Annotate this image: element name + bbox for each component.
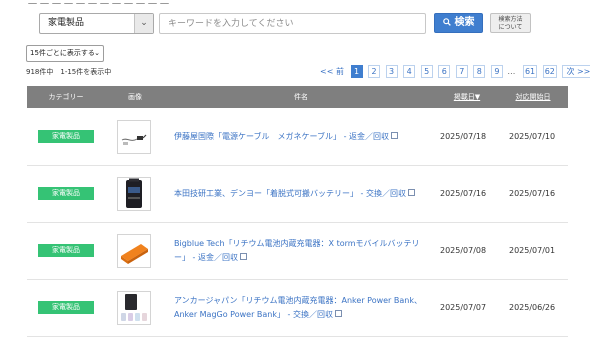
category-badge: 家電製品 <box>38 301 94 314</box>
posted-date: 2025/07/16 <box>440 189 487 198</box>
page-link[interactable]: 61 <box>522 65 538 78</box>
category-select[interactable]: 家電製品 ⌄ <box>39 13 154 34</box>
search-icon <box>442 14 451 32</box>
cut-off-header-text <box>28 0 188 4</box>
pagination: << 前 1 2 3 4 5 6 7 8 9 … 61 62 次 >> <box>320 65 590 78</box>
start-date: 2025/07/01 <box>509 246 556 255</box>
page-link[interactable]: 2 <box>368 65 381 78</box>
category-badge: 家電製品 <box>38 244 94 257</box>
cable-product-image[interactable] <box>117 120 151 154</box>
recall-title: Bigblue Tech「リチウム電池内蔵充電器：X tormモバイルバッテリー… <box>174 239 420 262</box>
external-link-icon <box>391 132 399 139</box>
recall-title-link[interactable]: 伊藤屋国際「電源ケーブル メガネケーブル」 - 返金／回収 <box>174 109 428 165</box>
header-category: カテゴリー <box>48 93 84 101</box>
header-posted-sort[interactable]: 掲載日▼ <box>437 86 497 108</box>
per-page-select[interactable]: 15件ごとに表示する ⌄ <box>26 45 104 62</box>
page-link[interactable]: 9 <box>490 65 503 78</box>
start-date: 2025/07/10 <box>509 132 556 141</box>
external-link-icon <box>407 189 415 196</box>
result-count: 918件中 1-15件を表示中 <box>26 68 112 76</box>
page-link[interactable]: 3 <box>385 65 398 78</box>
table-row: 家電製品 伊藤屋国際「電源ケーブル メガネケーブル」 - 返金／回収 2025/… <box>27 109 568 166</box>
keyword-input[interactable] <box>159 13 426 34</box>
start-date: 2025/06/26 <box>509 303 556 312</box>
pagination-next[interactable]: 次 >> <box>562 65 590 78</box>
page-link[interactable]: 5 <box>420 65 433 78</box>
per-page-value: 15件ごとに表示する <box>30 49 95 57</box>
table-row: 家電製品 アンカージャパン「リチウム電池内蔵充電器：Anker Power Ba… <box>27 280 568 337</box>
page-link[interactable]: 62 <box>542 65 557 78</box>
table-row: 家電製品 本田技研工業、デンヨー「着脱式可搬バッテリー」 - 交換／回収 202… <box>27 166 568 223</box>
pagination-prev[interactable]: << 前 <box>320 67 344 76</box>
recall-title-link[interactable]: Bigblue Tech「リチウム電池内蔵充電器：X tormモバイルバッテリー… <box>174 223 428 279</box>
page-link-current[interactable]: 1 <box>350 65 363 78</box>
posted-date: 2025/07/18 <box>440 132 487 141</box>
external-link-icon <box>239 253 247 260</box>
power-bank-orange-image[interactable] <box>117 234 151 268</box>
search-button[interactable]: 検索 <box>434 13 483 33</box>
recall-title: 本田技研工業、デンヨー「着脱式可搬バッテリー」 - 交換／回収 <box>174 189 406 198</box>
search-button-label: 検索 <box>454 17 475 28</box>
recall-title-link[interactable]: アンカージャパン「リチウム電池内蔵充電器：Anker Power Bank、An… <box>174 280 428 336</box>
posted-date: 2025/07/07 <box>440 303 487 312</box>
table-row: 家電製品 Bigblue Tech「リチウム電池内蔵充電器：X tormモバイル… <box>27 223 568 280</box>
external-link-icon <box>334 310 342 317</box>
chevron-down-icon[interactable]: ⌄ <box>134 14 153 33</box>
category-badge: 家電製品 <box>38 130 94 143</box>
posted-date: 2025/07/08 <box>440 246 487 255</box>
battery-product-image[interactable] <box>117 177 151 211</box>
header-name: 件名 <box>294 93 308 101</box>
recall-title-link[interactable]: 本田技研工業、デンヨー「着脱式可搬バッテリー」 - 交換／回収 <box>174 166 428 222</box>
search-method-button[interactable]: 検索方法 について <box>490 13 531 33</box>
table-header: カテゴリー 画像 件名 掲載日▼ 対応開始日 <box>27 86 568 108</box>
page-link[interactable]: 7 <box>455 65 468 78</box>
page-link[interactable]: 8 <box>473 65 486 78</box>
pagination-ellipsis: … <box>507 67 516 76</box>
search-method-line1: 検索方法 <box>498 16 523 23</box>
search-method-line2: について <box>498 24 523 31</box>
header-start-date-sort[interactable]: 対応開始日 <box>501 86 565 108</box>
category-badge: 家電製品 <box>38 187 94 200</box>
header-image: 画像 <box>128 93 142 101</box>
recall-title: 伊藤屋国際「電源ケーブル メガネケーブル」 - 返金／回収 <box>174 132 390 141</box>
category-select-value: 家電製品 <box>48 18 85 28</box>
chevron-down-icon: ⌄ <box>94 49 100 57</box>
recall-title: アンカージャパン「リチウム電池内蔵充電器：Anker Power Bank、An… <box>174 296 422 319</box>
page-link[interactable]: 4 <box>403 65 416 78</box>
page-link[interactable]: 6 <box>438 65 451 78</box>
start-date: 2025/07/16 <box>509 189 556 198</box>
power-bank-set-image[interactable] <box>117 291 151 325</box>
